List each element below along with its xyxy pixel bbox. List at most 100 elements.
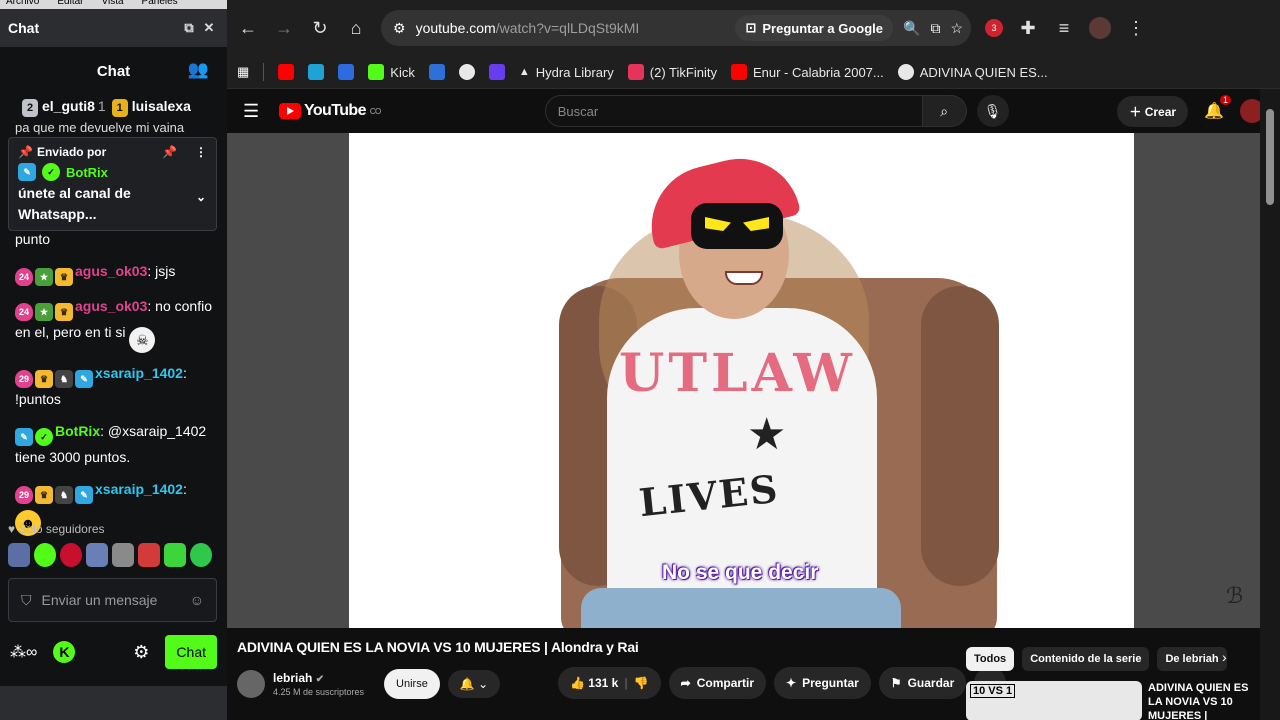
- recommended-thumbnail[interactable]: 10 VS 1: [966, 681, 1142, 720]
- close-icon[interactable]: ✕: [199, 20, 219, 36]
- youtube-logo[interactable]: YouTube CO: [279, 102, 381, 120]
- kick-logo-icon[interactable]: K: [53, 641, 76, 663]
- menu-vista[interactable]: Vista: [101, 0, 123, 9]
- home-icon[interactable]: ⌂: [345, 18, 367, 39]
- thumbs-down-icon: 👎: [633, 676, 649, 690]
- chat-username[interactable]: xsaraip_1402: [95, 481, 183, 497]
- back-icon[interactable]: ←: [237, 18, 259, 39]
- notifications-icon[interactable]: 🔔 1: [1204, 95, 1231, 121]
- chat-username[interactable]: BotRix: [55, 423, 100, 439]
- subscribe-bell-button[interactable]: 🔔 ⌄: [447, 670, 501, 698]
- share-button[interactable]: ➦ Compartir: [668, 667, 767, 699]
- ask-google-button[interactable]: ⊡ Preguntar a Google: [735, 15, 893, 41]
- bookmark-icon: ⚑: [890, 676, 902, 690]
- emote-icon[interactable]: [8, 543, 30, 567]
- gear-icon[interactable]: ⚙: [133, 642, 149, 663]
- bookmark-enur[interactable]: Enur - Calabria 2007...: [730, 64, 884, 80]
- install-icon[interactable]: ⧉: [930, 20, 940, 37]
- subscriber-badge: 29: [15, 486, 33, 504]
- menu-paneles[interactable]: Paneles: [142, 0, 178, 9]
- unpin-icon[interactable]: 📌: [162, 145, 177, 159]
- menu-archivo[interactable]: Archivo: [6, 0, 39, 9]
- moderator-badge: ✎: [75, 486, 93, 504]
- recommended-video[interactable]: 10 VS 1 ADIVINA QUIEN ES LA NOVIA VS 10 …: [966, 681, 1258, 720]
- points-icon[interactable]: ⁂∞: [10, 642, 37, 662]
- message-text: :: [182, 481, 187, 497]
- bookmark[interactable]: [488, 64, 505, 80]
- bookmark[interactable]: [428, 64, 445, 80]
- emoji-icon[interactable]: ☺: [190, 592, 204, 608]
- chat-input-placeholder[interactable]: Enviar un mensaje: [42, 592, 180, 608]
- star-icon[interactable]: ☆: [950, 20, 963, 37]
- reload-icon[interactable]: ↻: [309, 18, 331, 39]
- channel-watermark-icon[interactable]: ℬ: [1226, 584, 1248, 610]
- forward-icon[interactable]: →: [273, 18, 295, 39]
- create-button[interactable]: ＋ Crear: [1117, 95, 1189, 127]
- video-player[interactable]: UTLAW ★ LIVES No se que decir ℬ: [227, 133, 1260, 628]
- chevron-down-icon[interactable]: ⌄: [196, 190, 206, 204]
- emote-icon[interactable]: [86, 543, 108, 567]
- scrollbar-thumb[interactable]: [1266, 109, 1274, 205]
- users-icon[interactable]: 👥: [188, 60, 209, 80]
- search-icon[interactable]: ⌕: [922, 95, 967, 127]
- save-button[interactable]: ⚑ Guardar: [878, 667, 967, 699]
- page-scrollbar[interactable]: [1260, 89, 1280, 720]
- bookmark-adivina[interactable]: ADIVINA QUIEN ES...: [897, 64, 1048, 80]
- pin-icon: 📌: [18, 145, 33, 159]
- address-bar[interactable]: ⚙ youtube.com/watch?v=qlLDqSt9kMI ⊡ Pregu…: [381, 10, 971, 46]
- media-icon[interactable]: ≡: [1053, 18, 1075, 39]
- chat-username[interactable]: xsaraip_1402: [95, 365, 183, 381]
- menu-editar[interactable]: Editar: [57, 0, 83, 9]
- emote-icon[interactable]: [190, 543, 212, 567]
- like-button[interactable]: 👍 131 k: [570, 676, 618, 690]
- send-chat-button[interactable]: Chat: [165, 635, 217, 669]
- emote-icon[interactable]: [112, 543, 134, 567]
- emote-icon[interactable]: [164, 543, 186, 567]
- chat-username[interactable]: agus_ok03: [75, 263, 147, 279]
- followers-only-notice: ♥ Solo seguidores: [8, 522, 105, 536]
- hamburger-icon[interactable]: ☰: [243, 101, 267, 122]
- more-icon[interactable]: ⋮: [195, 145, 207, 159]
- gifter[interactable]: 1 luisalexa: [111, 98, 191, 117]
- profile-avatar[interactable]: [1089, 17, 1111, 39]
- emote-icon[interactable]: [34, 543, 56, 567]
- bookmark[interactable]: [338, 64, 355, 80]
- chip-series[interactable]: Contenido de la serie: [1022, 647, 1150, 671]
- apps-icon[interactable]: ▦: [237, 64, 249, 80]
- ask-button[interactable]: ✦ Preguntar: [774, 667, 871, 699]
- bookmark-kick[interactable]: Kick: [368, 64, 415, 80]
- og-badge: ★: [35, 268, 53, 286]
- gift-rank-badge: 1: [111, 98, 128, 117]
- skull-emote-icon: ☠: [129, 327, 156, 353]
- chip-todos[interactable]: Todos: [966, 647, 1015, 671]
- recommended-title[interactable]: ADIVINA QUIEN ES LA NOVIA VS 10 MUJERES …: [1148, 681, 1258, 720]
- emote-icon[interactable]: [60, 543, 82, 567]
- chevron-right-icon[interactable]: ›: [1222, 649, 1227, 665]
- extension-icon[interactable]: 3: [985, 19, 1003, 37]
- bookmark[interactable]: [308, 64, 325, 80]
- popout-icon[interactable]: ⧉: [179, 20, 199, 36]
- bookmark[interactable]: [458, 64, 475, 80]
- chip-channel[interactable]: De lebriah: [1157, 647, 1227, 671]
- chat-message-input[interactable]: ⛉ Enviar un mensaje ☺: [8, 578, 217, 622]
- emote-icon[interactable]: [138, 543, 160, 567]
- join-button[interactable]: Unirse: [384, 669, 440, 699]
- pinned-message[interactable]: 📌 Enviado por 📌 ⋮ ✎ ✓ BotRix únete al ca…: [8, 137, 217, 231]
- channel-name[interactable]: lebriah: [273, 671, 312, 685]
- bookmark-hydra[interactable]: ▲ Hydra Library: [519, 65, 614, 80]
- puzzle-icon[interactable]: ✚: [1017, 18, 1039, 39]
- mic-icon[interactable]: 🎙: [976, 95, 1009, 127]
- screen: Archivo Editar Vista Paneles Chat ⧉ ✕ Ch…: [0, 0, 1280, 720]
- bookmark[interactable]: [278, 64, 295, 80]
- youtube-search-input[interactable]: Buscar: [544, 95, 923, 127]
- site-info-icon[interactable]: ⚙: [393, 20, 406, 37]
- pinned-user[interactable]: BotRix: [66, 165, 108, 180]
- chat-username[interactable]: agus_ok03: [75, 298, 147, 314]
- bookmark-tikfinity[interactable]: (2) TikFinity: [627, 64, 717, 80]
- zoom-icon[interactable]: 🔍: [903, 20, 920, 37]
- menu-icon[interactable]: ⋮: [1125, 18, 1147, 39]
- dislike-button[interactable]: 👎: [634, 676, 649, 690]
- gifter[interactable]: 2 el_guti8 1: [22, 98, 106, 117]
- save-label: Guardar: [907, 676, 955, 690]
- channel-avatar[interactable]: [237, 670, 265, 698]
